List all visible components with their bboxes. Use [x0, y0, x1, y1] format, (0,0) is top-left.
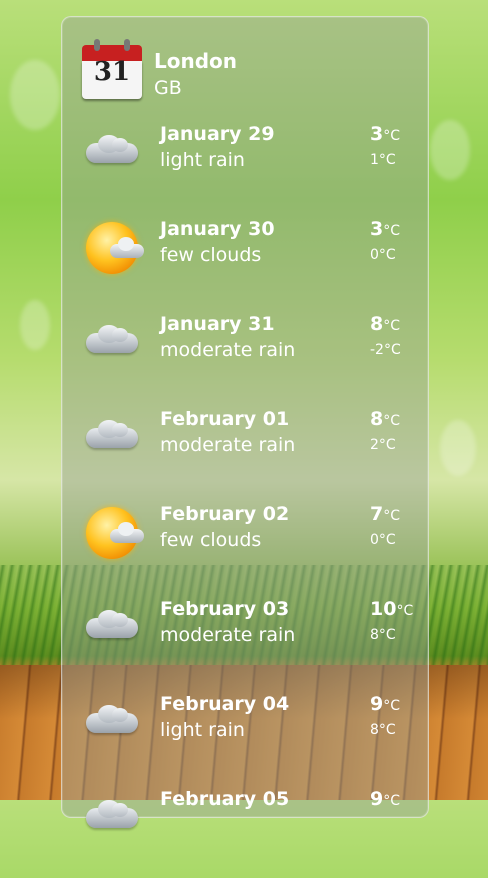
forecast-day[interactable]: February 03 moderate rain 10°C 8°C: [82, 598, 414, 688]
forecast-description: few clouds: [160, 244, 262, 266]
forecast-high-temp: 9°C: [370, 693, 401, 715]
forecast-low-temp: 8°C: [370, 722, 396, 738]
forecast-day[interactable]: February 04 light rain 9°C 8°C: [82, 693, 412, 783]
country-code: GB: [154, 77, 182, 99]
forecast-high-temp: 8°C: [370, 408, 401, 430]
rain-cloud-icon: [82, 408, 142, 468]
forecast-day[interactable]: January 31 moderate rain 8°C -2°C: [82, 313, 412, 403]
forecast-date: February 03: [160, 598, 290, 620]
sun-cloud-icon: [82, 503, 144, 563]
forecast-low-temp: -2°C: [370, 342, 401, 358]
forecast-low-temp: 2°C: [370, 437, 396, 453]
forecast-date: February 01: [160, 408, 290, 430]
rain-cloud-icon: [82, 313, 142, 373]
forecast-high-temp: 8°C: [370, 313, 401, 335]
forecast-date: January 30: [160, 218, 275, 240]
background-bokeh: [440, 420, 476, 476]
forecast-high-temp: 3°C: [370, 123, 401, 145]
rain-cloud-icon: [82, 788, 142, 848]
forecast-description: few clouds: [160, 529, 262, 551]
forecast-low-temp: 0°C: [370, 532, 396, 548]
forecast-date: February 04: [160, 693, 290, 715]
sun-cloud-icon: [82, 218, 144, 278]
forecast-day[interactable]: February 05 9°C: [82, 788, 412, 878]
forecast-day[interactable]: January 29 light rain 3°C 1°C: [82, 123, 412, 213]
background-bokeh: [10, 60, 60, 130]
background-bokeh: [430, 120, 470, 180]
forecast-description: moderate rain: [160, 624, 296, 646]
location-header: 31 London GB: [82, 37, 412, 101]
calendar-day-number: 31: [93, 57, 131, 87]
forecast-high-temp: 9°C: [370, 788, 401, 810]
rain-cloud-icon: [82, 598, 142, 658]
forecast-date: February 02: [160, 503, 290, 525]
weather-widget-panel[interactable]: 31 London GB January 29 light rain 3°C 1…: [61, 16, 429, 828]
forecast-high-temp: 3°C: [370, 218, 401, 240]
forecast-high-temp: 10°C: [370, 598, 414, 620]
forecast-description: moderate rain: [160, 434, 296, 456]
rain-cloud-icon: [82, 123, 142, 183]
forecast-low-temp: 1°C: [370, 152, 396, 168]
forecast-description: light rain: [160, 149, 245, 171]
forecast-day[interactable]: February 01 moderate rain 8°C 2°C: [82, 408, 412, 498]
forecast-low-temp: 8°C: [370, 627, 396, 643]
forecast-day[interactable]: February 02 few clouds 7°C 0°C: [82, 503, 412, 593]
rain-cloud-icon: [82, 693, 142, 753]
forecast-day[interactable]: January 30 few clouds 3°C 0°C: [82, 218, 412, 308]
forecast-description: light rain: [160, 719, 245, 741]
forecast-low-temp: 0°C: [370, 247, 396, 263]
forecast-date: February 05: [160, 788, 290, 810]
forecast-date: January 31: [160, 313, 275, 335]
calendar-icon: 31: [82, 39, 142, 101]
city-name: London: [154, 49, 238, 73]
forecast-high-temp: 7°C: [370, 503, 401, 525]
forecast-description: moderate rain: [160, 339, 296, 361]
background-bokeh: [20, 300, 50, 350]
forecast-date: January 29: [160, 123, 275, 145]
